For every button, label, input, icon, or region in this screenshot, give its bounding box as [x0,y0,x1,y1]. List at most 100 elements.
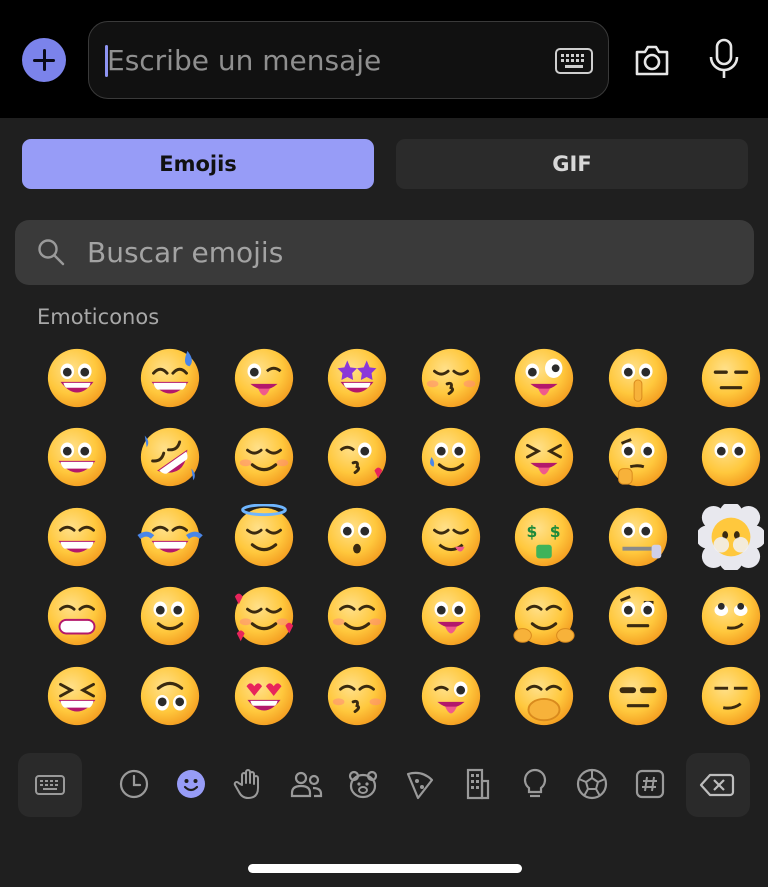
category-places[interactable] [460,767,494,801]
smiling-face-with-halo-icon [234,503,293,566]
tab-emojis[interactable]: Emojis [22,139,374,189]
emoji-grid: $ $ [30,338,765,736]
lightbulb-icon [523,768,547,798]
category-smileys[interactable] [174,767,208,801]
hashtag-icon [635,769,665,799]
emoji-winking-face-with-tongue[interactable] [217,338,311,418]
grinning-face-icon [47,348,106,407]
category-animals[interactable] [346,767,380,801]
beaming-face-icon [47,587,106,646]
microphone-icon[interactable] [707,38,741,80]
category-symbols[interactable] [633,767,667,801]
face-with-open-eyes-icon [702,428,761,487]
people-icon [290,771,323,798]
emoji-neutral-face[interactable] [591,656,685,736]
emoji-grinning-face-with-smiling-eyes[interactable] [30,497,124,577]
slightly-smiling-face-icon [141,587,200,646]
category-people[interactable] [289,767,323,801]
category-gestures[interactable] [231,767,265,801]
message-input[interactable] [107,22,527,98]
emoji-face-with-hand-over-mouth[interactable] [498,656,592,736]
emoji-slightly-smiling-face[interactable] [124,577,218,657]
soccer-ball-icon [576,768,608,800]
search-icon [38,239,65,266]
grinning-face-big-eyes-icon [47,428,106,487]
money-mouth-face-icon: $ $ [515,507,574,566]
camera-icon[interactable] [633,41,671,79]
emoji-rolling-on-the-floor-laughing[interactable] [124,418,218,498]
emoji-face-blowing-kiss[interactable] [311,418,405,498]
emoji-search-input[interactable] [87,220,727,285]
upside-down-face-icon [141,666,200,725]
tab-gif[interactable]: GIF [396,139,748,189]
emoji-grinning-face-with-sweat[interactable] [124,338,218,418]
emoji-beaming-face[interactable] [30,577,124,657]
emoji-smiling-face[interactable] [217,418,311,498]
plus-icon[interactable] [22,38,66,82]
emoji-smiling-face-with-tear[interactable] [404,418,498,498]
emoji-search-bar[interactable] [15,220,754,285]
keyboard-icon[interactable] [555,48,593,74]
smiling-face-with-heart-eyes-icon [234,666,293,725]
emoji-smiling-face-with-hearts[interactable] [217,577,311,657]
emoji-shushing-face[interactable] [591,338,685,418]
emoji-kissing-face-with-smiling-eyes[interactable] [404,338,498,418]
rolling-on-the-floor-laughing-icon [141,428,200,487]
smiley-icon [177,770,205,798]
category-recent[interactable] [117,767,151,801]
hand-icon [233,769,259,799]
smiling-face-with-hearts-icon [234,587,293,646]
category-objects[interactable] [518,767,552,801]
message-input-box[interactable] [88,21,609,99]
hugging-face-icon [513,587,575,646]
emoji-face-with-open-eyes[interactable] [685,418,768,498]
category-activities[interactable] [575,767,609,801]
emoji-smiling-face-with-smiling-eyes[interactable] [311,577,405,657]
emoji-face-with-tears-of-joy[interactable] [124,497,218,577]
section-title: Emoticonos [37,305,160,329]
keyboard-toggle-button[interactable] [18,753,82,817]
face-savoring-food-icon [421,507,480,566]
emoji-expressionless-face[interactable] [685,338,768,418]
winking-face-icon [421,666,480,725]
clock-icon [119,769,149,799]
emoji-grinning-squinting-face[interactable] [30,656,124,736]
emoji-smirking-face[interactable] [685,656,768,736]
face-with-raised-eyebrow-icon [608,587,667,646]
emoji-face-with-tongue[interactable] [404,577,498,657]
emoji-kissing-face-closed-eyes[interactable] [311,656,405,736]
emoji-kissing-face[interactable] [311,497,405,577]
emoji-face-with-raised-eyebrow[interactable] [591,577,685,657]
backspace-button[interactable] [686,753,750,817]
bear-icon [348,770,378,799]
face-with-hand-over-mouth-icon [515,666,574,725]
keyboard-icon [35,775,65,795]
emoji-grinning-face[interactable] [30,338,124,418]
face-blowing-kiss-icon [328,428,387,487]
emoji-money-mouth-face[interactable]: $ $ [498,497,592,577]
emoji-hugging-face[interactable] [498,577,592,657]
emoji-grinning-face-big-eyes[interactable] [30,418,124,498]
shushing-face-icon [608,348,667,407]
grinning-face-with-smiling-eyes-icon [47,507,106,566]
winking-face-with-tongue-icon [234,348,293,407]
kissing-face-with-smiling-eyes-icon [421,348,480,407]
emoji-face-with-rolling-eyes-smirk[interactable] [685,577,768,657]
building-icon [466,768,490,800]
emoji-thinking-face[interactable] [591,418,685,498]
emoji-smiling-face-with-halo[interactable] [217,497,311,577]
emoji-zany-face[interactable] [498,338,592,418]
emoji-upside-down-face[interactable] [124,656,218,736]
emoji-zipper-mouth-face[interactable] [591,497,685,577]
emoji-category-bar [0,750,768,820]
emoji-face-savoring-food[interactable] [404,497,498,577]
category-food[interactable] [403,767,437,801]
emoji-face-in-clouds[interactable] [685,497,768,577]
home-indicator[interactable] [248,864,522,873]
emoji-winking-face[interactable] [404,656,498,736]
emoji-smiling-face-with-heart-eyes[interactable] [217,656,311,736]
picker-tabs: Emojis GIF [22,139,748,189]
emoji-star-struck[interactable] [311,338,405,418]
svg-text:$: $ [527,523,538,541]
emoji-squinting-face-with-tongue[interactable] [498,418,592,498]
